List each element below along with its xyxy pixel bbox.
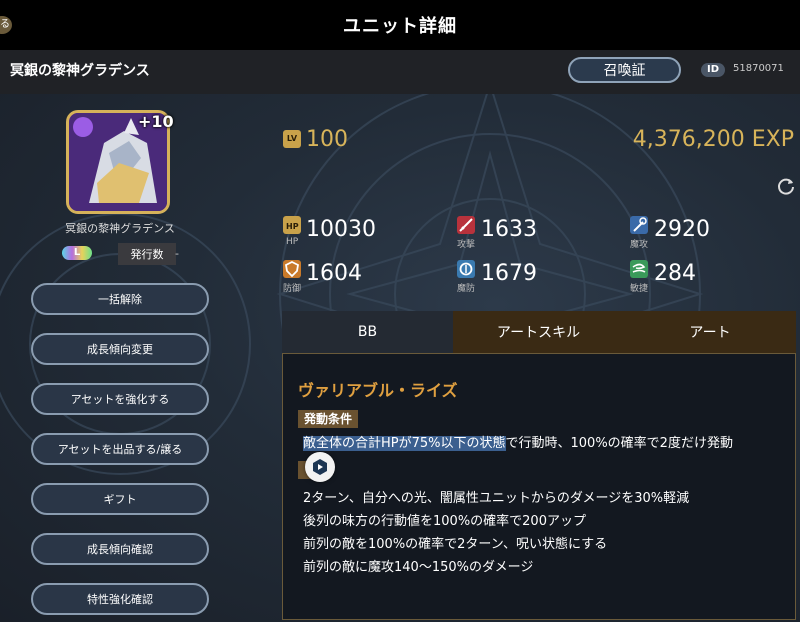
floating-tool-badge[interactable] — [305, 452, 335, 482]
condition-rest: で行動時、100%の確率で2度だけ発動 — [505, 436, 733, 451]
check-growth-button[interactable]: 成長傾向確認 — [31, 533, 209, 565]
magic-defense-label: 魔防 — [457, 284, 476, 294]
rarity-badge: L — [62, 246, 92, 260]
defense-label: 防御 — [283, 284, 302, 294]
condition-text: 敵全体の合計HPが75%以下の状態で行動時、100%の確率で2度だけ発動 — [303, 432, 733, 451]
issue-count-label: 発行数 — [118, 243, 176, 265]
skill-tabs: BB アートスキル アート — [282, 311, 796, 353]
magic-defense-value: 1679 — [481, 261, 537, 286]
exp-value: 4,376,200 EXP — [632, 127, 794, 152]
issue-count-value: - — [175, 247, 179, 260]
unit-name: 冥銀の黎神グラデンス — [10, 63, 150, 79]
attack-value: 1633 — [481, 217, 537, 242]
level-value: 100 — [306, 127, 348, 152]
refresh-icon[interactable] — [776, 176, 796, 196]
sword-icon — [457, 216, 475, 234]
title-bar: る ユニット詳細 — [0, 0, 800, 50]
hp-value: 10030 — [306, 217, 376, 242]
defense-value: 1604 — [306, 261, 362, 286]
list-asset-button[interactable]: アセットを出品する/譲る — [31, 433, 209, 465]
effect-line: 前列の敵を100%の確率で2ターン、呪い状態にする — [303, 537, 608, 552]
effect-line: 前列の敵に魔攻140〜150%のダメージ — [303, 560, 534, 575]
attack-label: 攻撃 — [457, 240, 476, 250]
check-trait-button[interactable]: 特性強化確認 — [31, 583, 209, 615]
condition-highlight[interactable]: 敵全体の合計HPが75%以下の状態 — [303, 436, 506, 451]
agility-label: 敏捷 — [630, 284, 649, 294]
hp-icon: HP — [283, 216, 301, 234]
summon-certificate-button[interactable]: 召喚証 — [568, 57, 681, 83]
level-icon: LV — [283, 130, 301, 148]
magic-attack-value: 2920 — [654, 217, 710, 242]
gift-button[interactable]: ギフト — [31, 483, 209, 515]
wind-icon — [630, 260, 648, 278]
cube-icon — [313, 459, 327, 475]
hp-label: HP — [286, 237, 299, 247]
bulk-release-button[interactable]: 一括解除 — [31, 283, 209, 315]
tab-art[interactable]: アート — [624, 311, 796, 353]
svg-text:HP: HP — [286, 222, 299, 231]
id-label: ID — [701, 63, 725, 77]
skill-name: ヴァリアブル・ライズ — [298, 381, 458, 400]
magic-attack-label: 魔攻 — [630, 240, 649, 250]
tab-art-skill[interactable]: アートスキル — [453, 311, 624, 353]
id-value: 51870071 — [733, 63, 784, 74]
tab-bb[interactable]: BB — [282, 311, 453, 353]
magic-shield-icon — [457, 260, 475, 278]
agility-value: 284 — [654, 261, 696, 286]
effect-line: 後列の味方の行動値を100%の確率で200アップ — [303, 514, 586, 529]
portrait-unit-name: 冥銀の黎神グラデンス — [65, 222, 175, 235]
page-title: ユニット詳細 — [343, 16, 457, 37]
shield-icon — [283, 260, 301, 278]
change-growth-button[interactable]: 成長傾向変更 — [31, 333, 209, 365]
condition-tag: 発動条件 — [298, 410, 359, 428]
effect-line: 2ターン、自分への光、闇属性ユニットからのダメージを30%軽減 — [303, 491, 690, 506]
wand-icon — [630, 216, 648, 234]
plus-level-badge: +10 — [138, 112, 174, 131]
back-button[interactable]: る — [0, 16, 12, 34]
enhance-asset-button[interactable]: アセットを強化する — [31, 383, 209, 415]
